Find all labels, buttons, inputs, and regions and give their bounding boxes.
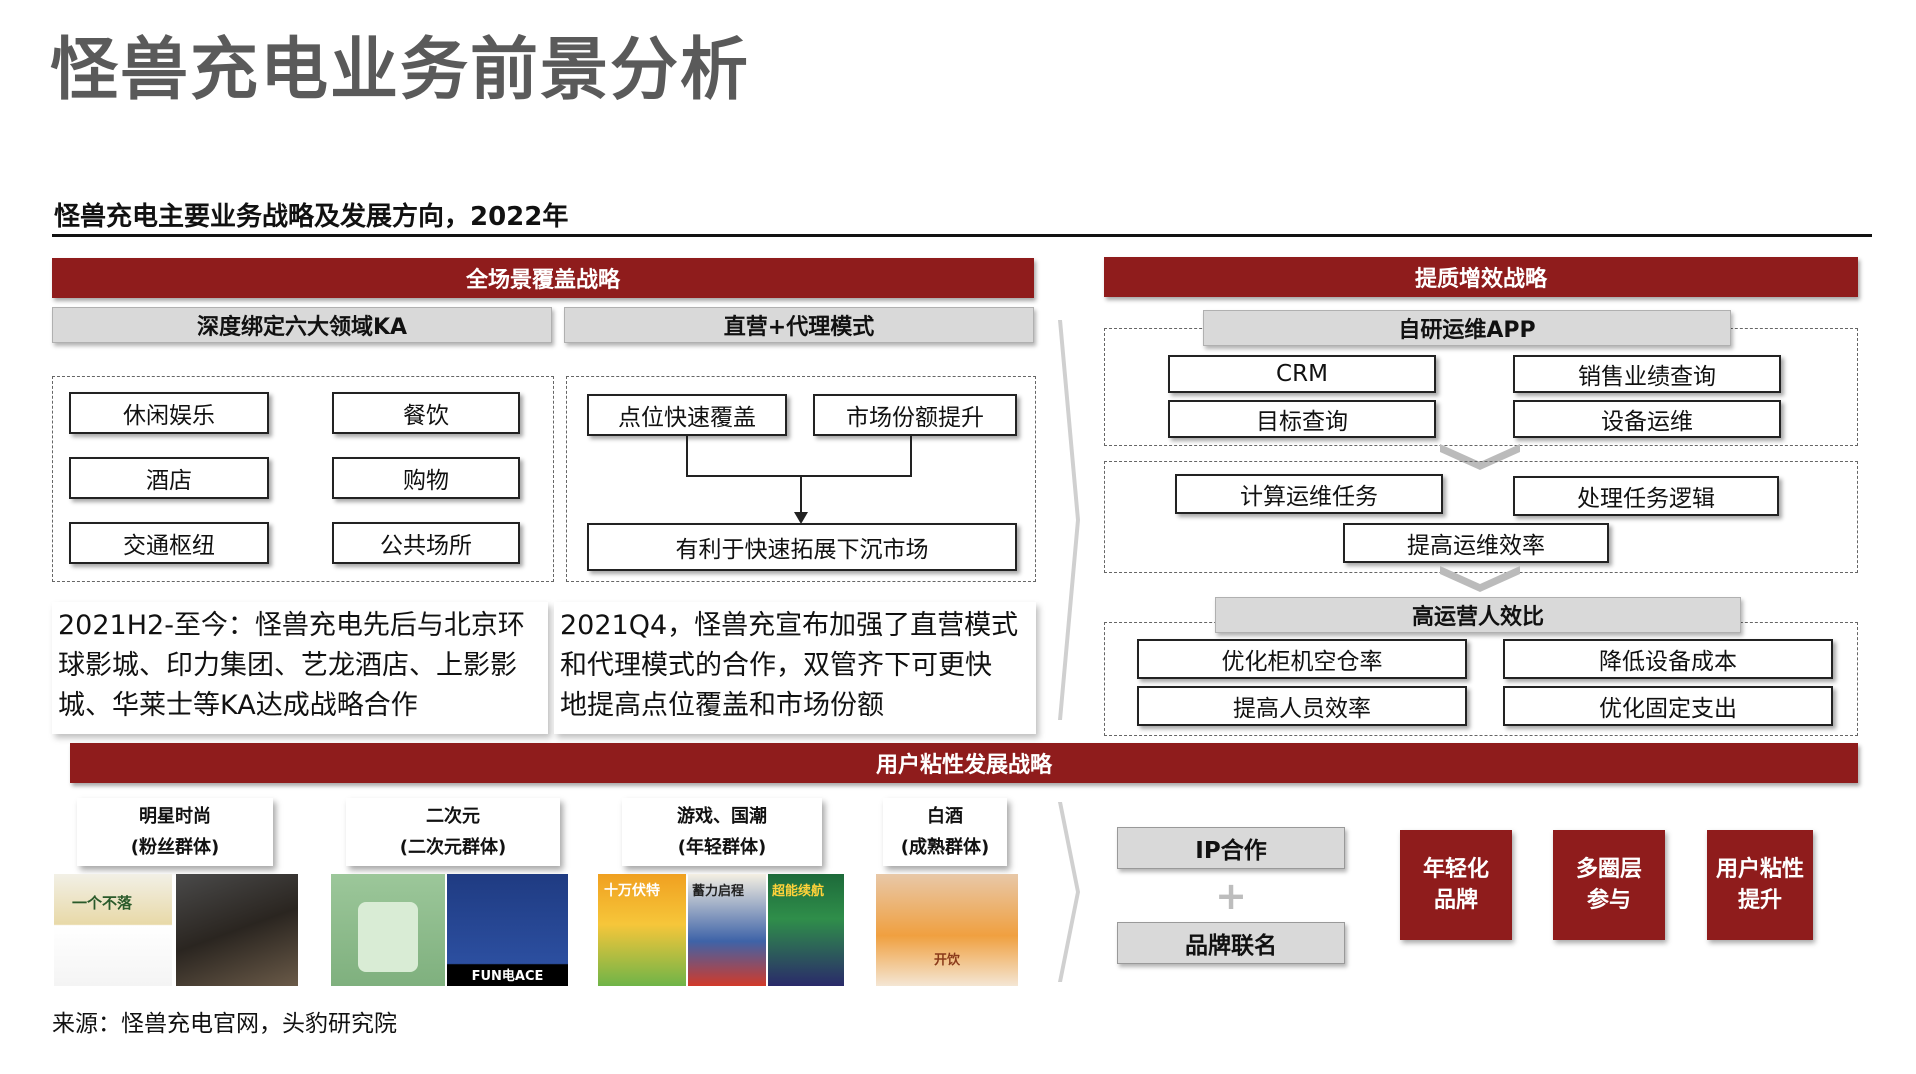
eff-item-vacancy: 优化柜机空仓率: [1137, 639, 1467, 679]
group-celebrity: 明星时尚 (粉丝群体): [77, 798, 273, 866]
ops-result-box: 提高运维效率: [1343, 523, 1609, 563]
app-item-target: 目标查询: [1168, 400, 1436, 438]
eff-item-fixed: 优化固定支出: [1503, 686, 1833, 726]
left-section-header: 全场景覆盖战略: [52, 258, 1034, 298]
group-celebrity-line2: (粉丝群体): [130, 837, 220, 858]
efficiency-label: 高运营人效比: [1215, 597, 1741, 633]
ops-item-compute: 计算运维任务: [1175, 474, 1443, 514]
group-anime: 二次元 (二次元群体): [346, 798, 560, 866]
merge-connector: [686, 436, 912, 524]
outcome-young-brand: 年轻化 品牌: [1400, 830, 1512, 940]
model-note-line-1: 2021Q4，怪兽充宣布加强了直营模式: [560, 610, 1019, 641]
bottom-section-header: 用户粘性发展战略: [70, 743, 1858, 783]
photo-gaming-3: 超能续航: [768, 874, 844, 986]
page-subtitle: 怪兽充电主要业务战略及发展方向，2022年: [54, 202, 569, 232]
photo-celebrity-1-caption: 一个不落: [72, 894, 133, 912]
outcome-stickiness: 用户粘性 提升: [1707, 830, 1813, 940]
source-note: 来源：怪兽充电官网，头豹研究院: [52, 1011, 397, 1037]
photo-gaming-1-caption: 十万伏特: [604, 883, 660, 899]
app-item-device: 设备运维: [1513, 400, 1781, 438]
photo-anime-1-device: [358, 902, 418, 972]
photo-baijiu-caption: 开饮: [933, 953, 960, 968]
photo-gaming-1: 十万伏特: [598, 874, 686, 986]
photo-anime-1: [331, 874, 445, 986]
ops-item-logic: 处理任务逻辑: [1513, 476, 1779, 516]
photo-anime-2: FUN电ACE: [447, 874, 568, 986]
ka-note-line-1: 2021H2-至今：怪兽充电先后与北京环: [58, 610, 525, 641]
group-gaming-line1: 游戏、国潮: [677, 806, 767, 827]
group-anime-line2: (二次元群体): [399, 837, 507, 858]
ka-item-leisure: 休闲娱乐: [69, 392, 269, 434]
group-anime-line1: 二次元: [426, 806, 480, 827]
group-baijiu-line2: (成熟群体): [900, 837, 990, 858]
outcome-stickiness-line1: 用户粘性: [1715, 857, 1804, 882]
group-baijiu-line1: 白酒: [927, 806, 963, 827]
model-box-share: 市场份额提升: [813, 394, 1017, 436]
photo-celebrity-1: 一个不落: [54, 874, 172, 986]
eff-item-cost: 降低设备成本: [1503, 639, 1833, 679]
ka-note: 2021H2-至今：怪兽充电先后与北京环 球影城、印力集团、艺龙酒店、上影影 城…: [52, 602, 548, 734]
outcome-multi-circle: 多圈层 参与: [1553, 830, 1665, 940]
outcome-young-brand-line2: 品牌: [1433, 888, 1478, 913]
title-divider: [52, 234, 1872, 237]
flow-chevron-2: [1440, 566, 1520, 592]
ka-note-line-3: 城、华莱士等KA达成战略合作: [58, 690, 418, 721]
photo-celebrity-2: [176, 874, 298, 986]
ka-item-dining: 餐饮: [332, 392, 520, 434]
group-baijiu: 白酒 (成熟群体): [883, 798, 1007, 866]
app-item-crm: CRM: [1168, 355, 1436, 393]
photo-gaming-3-caption: 超能续航: [772, 884, 825, 899]
model-note: 2021Q4，怪兽充宣布加强了直营模式 和代理模式的合作，双管齐下可更快 地提高…: [554, 602, 1036, 734]
photo-gaming-2-caption: 蓄力启程: [692, 884, 745, 899]
ka-item-public: 公共场所: [332, 522, 520, 564]
section-chevron-bottom: [1058, 802, 1080, 982]
eff-item-staff: 提高人员效率: [1137, 686, 1467, 726]
brand-collab-box: 品牌联名: [1117, 922, 1345, 964]
model-result-box: 有利于快速拓展下沉市场: [587, 523, 1017, 571]
ka-item-shopping: 购物: [332, 457, 520, 499]
model-note-line-3: 地提高点位覆盖和市场份额: [560, 690, 884, 721]
right-section-header: 提质增效战略: [1104, 257, 1858, 297]
app-item-sales: 销售业绩查询: [1513, 355, 1781, 393]
app-label: 自研运维APP: [1203, 310, 1731, 346]
group-celebrity-line1: 明星时尚: [139, 806, 211, 827]
photo-baijiu: 开饮: [876, 874, 1018, 986]
model-label: 直营+代理模式: [564, 307, 1034, 343]
group-gaming-line2: (年轻群体): [677, 837, 767, 858]
model-box-coverage: 点位快速覆盖: [587, 394, 787, 436]
outcome-stickiness-line2: 提升: [1737, 888, 1782, 913]
photo-gaming-2: 蓄力启程: [688, 874, 766, 986]
ka-note-line-2: 球影城、印力集团、艺龙酒店、上影影: [58, 650, 517, 681]
ka-label: 深度绑定六大领域KA: [52, 307, 552, 343]
photo-anime-2-caption: FUN电ACE: [471, 969, 544, 984]
outcome-young-brand-line1: 年轻化: [1422, 857, 1489, 882]
ip-cooperation-box: IP合作: [1117, 827, 1345, 869]
page-title: 怪兽充电业务前景分析: [50, 31, 751, 110]
model-note-line-2: 和代理模式的合作，双管齐下可更快: [560, 650, 992, 681]
outcome-multi-circle-line2: 参与: [1586, 888, 1631, 913]
plus-icon: +: [1215, 874, 1247, 918]
ka-item-transport: 交通枢纽: [69, 522, 269, 564]
ka-item-hotel: 酒店: [69, 457, 269, 499]
section-chevron-top: [1058, 320, 1080, 720]
outcome-multi-circle-line1: 多圈层: [1575, 857, 1642, 882]
group-gaming: 游戏、国潮 (年轻群体): [622, 798, 822, 866]
